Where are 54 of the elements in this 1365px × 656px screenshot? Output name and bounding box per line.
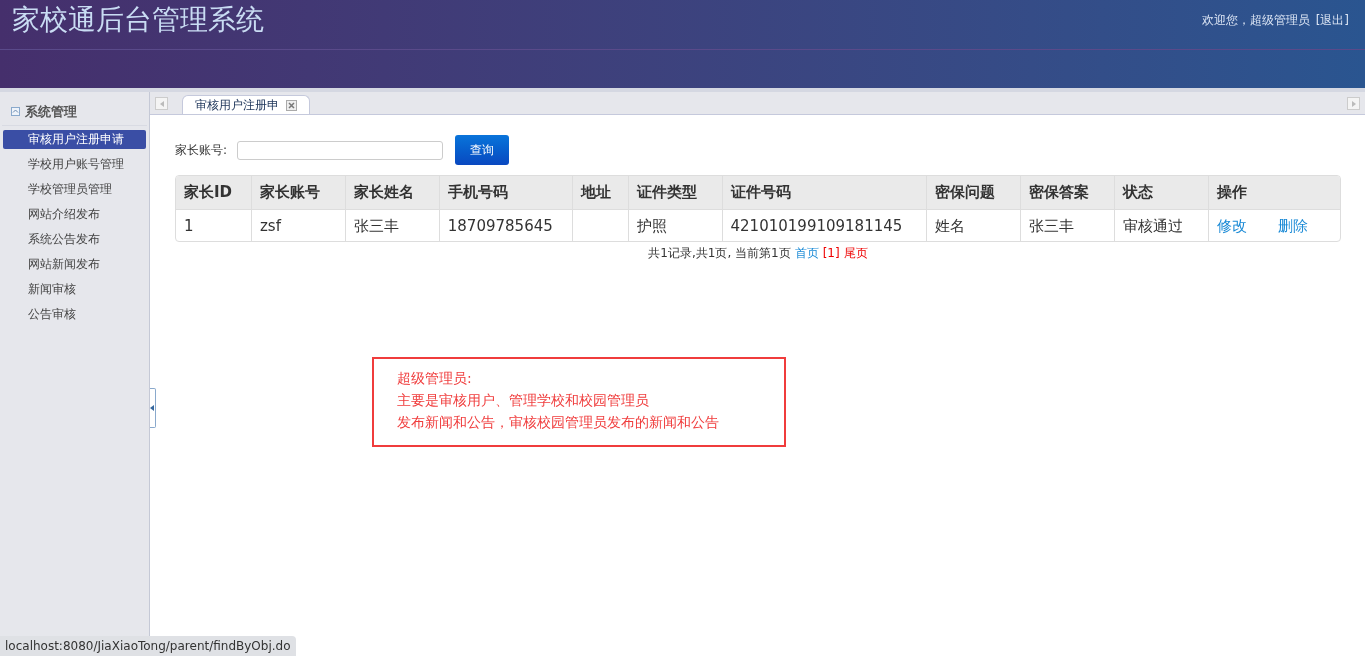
scroll-right-button[interactable] [1347, 97, 1360, 110]
column-header: 家长账号 [250, 176, 345, 209]
welcome-text: 欢迎您，超级管理员 [1201, 12, 1310, 29]
last-page-link[interactable]: 尾页 [843, 244, 868, 262]
sidebar-group-title: 系统管理 [25, 102, 77, 121]
sidebar-item[interactable]: 新闻审核 [3, 280, 146, 299]
annotation-text: 超级管理员: [397, 369, 473, 388]
column-header: 密保答案 [1020, 176, 1115, 209]
column-header: 证件号码 [721, 176, 927, 209]
table-cell: 18709785645 [447, 217, 553, 235]
table-cell: 张三丰 [1029, 217, 1075, 235]
sidebar-item[interactable]: 网站介绍发布 [3, 205, 146, 224]
delete-link[interactable]: 删除 [1278, 210, 1309, 241]
sidebar-item[interactable]: 网站新闻发布 [3, 255, 146, 274]
column-header: 证件类型 [627, 176, 722, 209]
right-arrow-icon [1351, 100, 1356, 107]
sidebar-item[interactable]: 学校用户账号管理 [3, 155, 146, 174]
page-number-link[interactable]: [1] [822, 244, 840, 262]
annotation-text: 发布新闻和公告，审核校园管理员发布的新闻和公告 [397, 413, 720, 432]
column-header: 操作 [1208, 176, 1340, 209]
table-cell: 审核通过 [1123, 217, 1184, 235]
tab[interactable]: 审核用户注册申 [182, 95, 310, 114]
table-cell: 421010199109181145 [730, 217, 903, 235]
column-header: 地址 [571, 176, 628, 209]
table-cell: 1 [184, 217, 194, 235]
column-header: 状态 [1114, 176, 1209, 209]
first-page-link[interactable]: 首页 [794, 244, 819, 262]
left-arrow-icon [150, 405, 154, 411]
query-button[interactable]: 查询 [455, 135, 510, 165]
sidebar-item[interactable]: 审核用户注册申请 [3, 130, 146, 149]
left-arrow-icon [159, 100, 164, 107]
column-header: 家长ID [183, 182, 234, 203]
table-cell: zsf [259, 217, 281, 235]
account-input[interactable] [237, 140, 444, 160]
table-cell: 张三丰 [353, 217, 399, 235]
collapse-icon[interactable] [11, 107, 20, 116]
pagination-summary: 共1记录,共1页, 当前第1页 [648, 245, 791, 262]
table-cell: 姓名 [935, 217, 966, 235]
column-header: 家长姓名 [344, 176, 439, 209]
sidebar-item[interactable]: 学校管理员管理 [3, 180, 146, 199]
logout-link[interactable]: [退出] [1315, 11, 1349, 29]
column-header: 手机号码 [438, 176, 572, 209]
sidebar-item[interactable]: 系统公告发布 [3, 230, 146, 249]
table-cell: 护照 [636, 217, 667, 235]
close-icon[interactable] [286, 99, 297, 111]
sidebar-item[interactable]: 公告审核 [3, 305, 146, 324]
search-label: 家长账号: [175, 142, 228, 159]
status-bar: localhost:8080/JiaXiaoTong/parent/findByObj.do [0, 636, 296, 656]
sidebar-toggle[interactable] [150, 388, 156, 428]
app-title: 家校通后台管理系统 [12, 3, 264, 37]
edit-link[interactable]: 修改 [1217, 210, 1248, 241]
annotation-text: 主要是审核用户、管理学校和校园管理员 [397, 391, 650, 410]
scroll-left-button[interactable] [155, 97, 168, 110]
column-header: 密保问题 [926, 176, 1021, 209]
